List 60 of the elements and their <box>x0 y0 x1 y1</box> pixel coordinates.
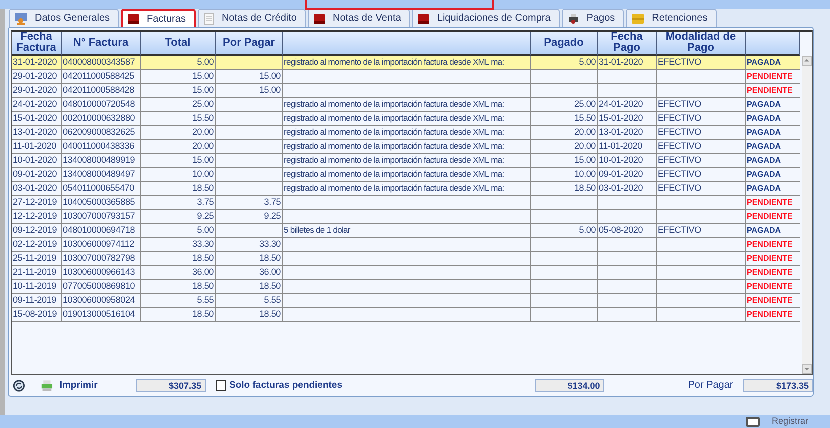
book-icon <box>128 14 140 24</box>
due-total-field: $173.35 <box>743 379 813 392</box>
register-checkbox[interactable] <box>746 417 760 427</box>
table-row[interactable]: 09-12-2019 048010000694718 5.00 5 billetes de 1 dolar 5.00 05-08-2020 EFECTIVO PAGADA <box>12 224 800 238</box>
column-header[interactable] <box>283 32 531 56</box>
scrollbar[interactable] <box>802 56 812 374</box>
column-header[interactable] <box>746 32 800 56</box>
tab[interactable]: Facturas <box>121 9 196 27</box>
table-cell: 15-08-2019 <box>12 308 62 322</box>
table-row[interactable]: 27-12-2019 104005000365885 3.75 3.75 PENDIENTE <box>12 196 800 210</box>
tab[interactable]: Notas de Venta <box>308 9 410 27</box>
due-label: Por Pagar <box>688 380 734 392</box>
table-row[interactable]: 11-01-2020 040011000438336 20.00 registrado al momento de la importación factura desde XML ma: 20.00 11-01-2020 EFECTIVO PAGADA <box>12 140 800 154</box>
column-header[interactable]: Fecha Factura <box>12 32 62 56</box>
tab[interactable]: Retenciones <box>626 9 717 27</box>
register-label: Registrar <box>772 416 809 427</box>
document-icon <box>204 12 214 24</box>
table-row[interactable]: 31-01-2020 040008000343587 5.00 registrado al momento de la importación factura desde XML ma: 5.00 31-01-2020 EFECTIVO PAGADA <box>12 56 800 70</box>
table-row[interactable]: 10-01-2020 134008000489919 15.00 registrado al momento de la importación factura desde XML ma: 15.00 10-01-2020 EFECTIVO PAGADA <box>12 154 800 168</box>
table-cell <box>531 308 598 322</box>
table-cell: 18.50 <box>141 308 216 322</box>
column-header[interactable]: Por Pagar <box>216 32 283 56</box>
person-icon <box>15 12 27 24</box>
column-header[interactable]: N° Factura <box>62 32 141 56</box>
table-cell <box>598 308 657 322</box>
table-cell: 18.50 <box>216 308 283 322</box>
paid-total-field: $134.00 <box>534 379 604 392</box>
column-header[interactable]: Fecha Pago <box>598 32 657 56</box>
table-row[interactable]: 15-01-2020 002010000632880 15.50 registrado al momento de la importación factura desde XML ma: 15.50 15-01-2020 EFECTIVO PAGADA <box>12 112 800 126</box>
table-row[interactable]: 24-01-2020 048010000720548 25.00 registrado al momento de la importación factura desde XML ma: 25.00 24-01-2020 EFECTIVO PAGADA <box>12 98 800 112</box>
table-row[interactable]: 15-08-2019 019013000516104 18.50 18.50 PENDIENTE <box>12 308 800 322</box>
book-icon <box>418 14 430 24</box>
column-header[interactable]: Total <box>141 32 216 56</box>
table-row[interactable]: 29-01-2020 042011000588428 15.00 15.00 PENDIENTE <box>12 84 800 98</box>
checkbox-label: Solo facturas pendientes <box>230 380 343 392</box>
tab[interactable]: Notas de Crédito <box>198 9 306 27</box>
table-row[interactable]: 02-12-2019 103006000974112 33.30 33.30 PENDIENTE <box>12 238 800 252</box>
table-row[interactable]: 12-12-2019 103007000793157 9.25 9.25 PENDIENTE <box>12 210 800 224</box>
tab[interactable]: Datos Generales <box>9 9 120 27</box>
folder-icon <box>632 14 644 24</box>
table-row[interactable]: 09-11-2019 103006000958024 5.55 5.55 PENDIENTE <box>12 294 800 308</box>
table-row[interactable]: 13-01-2020 062009000832625 20.00 registrado al momento de la importación factura desde XML ma: 20.00 13-01-2020 EFECTIVO PAGADA <box>12 126 800 140</box>
total-field: $307.35 <box>136 379 206 392</box>
table-row[interactable]: 29-01-2020 042011000588425 15.00 15.00 PENDIENTE <box>12 70 800 84</box>
table-cell: 019013000516104 <box>62 308 141 322</box>
table-row[interactable]: 25-11-2019 103007000782798 18.50 18.50 PENDIENTE <box>12 252 800 266</box>
refresh-icon[interactable] <box>13 378 26 393</box>
tab[interactable]: Liquidaciones de Compra <box>412 9 560 27</box>
print-button[interactable]: Imprimir <box>60 380 98 392</box>
book-icon <box>314 14 325 24</box>
table-row[interactable]: 10-11-2019 077005000869810 18.50 18.50 PENDIENTE <box>12 280 800 294</box>
printer-icon <box>568 14 579 24</box>
table-row[interactable]: 09-01-2020 134008000489497 10.00 registrado al momento de la importación factura desde XML ma: 10.00 09-01-2020 EFECTIVO PAGADA <box>12 168 800 182</box>
column-header[interactable]: Modalidad de Pago <box>657 32 746 56</box>
table-row[interactable]: 03-01-2020 054011000655470 18.50 registrado al momento de la importación factura desde XML ma: 18.50 03-01-2020 EFECTIVO PAGADA <box>12 182 800 196</box>
status-cell: PENDIENTE <box>746 308 800 322</box>
checkbox[interactable] <box>216 380 226 392</box>
column-header[interactable]: Pagado <box>531 32 598 56</box>
table-row[interactable]: 21-11-2019 103006000966143 36.00 36.00 PENDIENTE <box>12 266 800 280</box>
tab[interactable]: Pagos <box>562 9 624 27</box>
